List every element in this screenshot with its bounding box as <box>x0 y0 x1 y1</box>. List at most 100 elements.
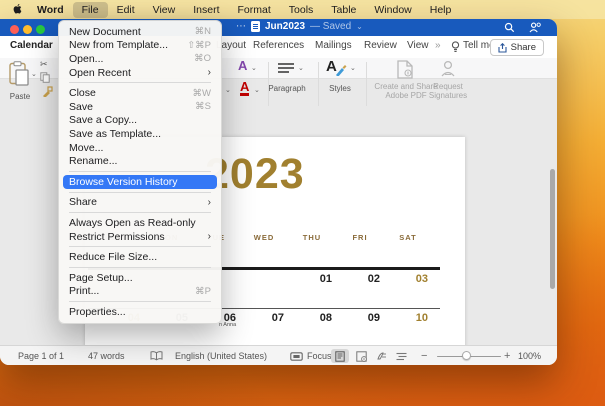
lightbulb-icon <box>451 41 460 53</box>
font-color-chevron-icon[interactable]: ⌄ <box>254 86 260 94</box>
submenu-arrow-icon: › <box>208 67 211 78</box>
menu-item-open[interactable]: Open... ⌘O <box>63 52 217 66</box>
text-effects-chevron-icon[interactable]: ⌄ <box>251 64 257 72</box>
menu-item-move[interactable]: Move... <box>63 141 217 155</box>
font-color-icon[interactable]: A <box>240 80 249 96</box>
paragraph-icon[interactable] <box>277 62 295 76</box>
copy-icon[interactable] <box>40 72 50 83</box>
paste-clipboard-icon[interactable] <box>9 61 30 87</box>
menu-item-reduce-file-size[interactable]: Reduce File Size... <box>63 250 217 264</box>
menu-separator <box>69 301 211 302</box>
vertical-scrollbar[interactable] <box>550 169 555 289</box>
web-layout-view-button[interactable] <box>352 349 370 363</box>
zoom-percentage[interactable]: 100% <box>518 351 541 361</box>
menubar-item-format[interactable]: Format <box>229 2 280 18</box>
menu-item-always-open-read-only[interactable]: Always Open as Read-only <box>63 216 217 230</box>
zoom-window-button[interactable] <box>36 25 45 34</box>
menu-item-properties[interactable]: Properties... <box>63 305 217 319</box>
focus-icon <box>290 352 303 361</box>
menu-item-label: Close <box>69 87 96 99</box>
format-painter-icon[interactable] <box>42 86 53 97</box>
day-header: FRI <box>336 233 384 242</box>
menu-separator <box>69 212 211 213</box>
minimize-window-button[interactable] <box>23 25 32 34</box>
presence-people-icon[interactable] <box>529 22 541 33</box>
menubar-item-help[interactable]: Help <box>421 2 461 18</box>
menu-item-shortcut: ⌘S <box>195 101 211 112</box>
zoom-out-button[interactable]: − <box>421 350 427 362</box>
calendar-event-text: n Anna <box>219 322 236 328</box>
date-cell: 07 <box>240 312 288 324</box>
status-bar: Page 1 of 1 47 words English (United Sta… <box>0 345 557 365</box>
proofing-icon[interactable] <box>150 351 163 361</box>
focus-mode-toggle[interactable]: Focus <box>307 351 332 361</box>
page-count[interactable]: Page 1 of 1 <box>18 351 64 361</box>
menu-item-label: Save <box>69 101 93 113</box>
menu-item-label: Properties... <box>69 306 126 318</box>
menubar-item-table[interactable]: Table <box>322 2 365 18</box>
apple-logo-icon[interactable] <box>13 4 24 16</box>
menubar-item-tools[interactable]: Tools <box>280 2 323 18</box>
cut-icon[interactable]: ✂ <box>40 59 48 70</box>
language-indicator[interactable]: English (United States) <box>175 351 267 361</box>
paste-label: Paste <box>2 92 38 101</box>
paste-dropdown-chevron-icon[interactable]: ⌄ <box>31 70 37 78</box>
tab-view[interactable]: View <box>407 40 429 51</box>
menu-item-shortcut: ⇧⌘P <box>187 40 211 51</box>
menu-item-label: Restrict Permissions <box>69 231 165 243</box>
menu-separator <box>69 171 211 172</box>
text-effects-icon[interactable]: A <box>238 58 247 73</box>
tab-mailings[interactable]: Mailings <box>315 40 352 51</box>
title-chevron-down-icon[interactable]: ⌄ <box>356 22 363 31</box>
menu-item-save[interactable]: Save ⌘S <box>63 100 217 114</box>
menubar-item-view[interactable]: View <box>144 2 185 18</box>
search-icon[interactable] <box>504 22 515 33</box>
highlight-chevron-icon[interactable]: ⌄ <box>225 86 231 94</box>
menu-item-shortcut: ⌘N <box>195 26 211 37</box>
menu-item-save-as-template[interactable]: Save as Template... <box>63 127 217 141</box>
request-signatures-icon[interactable] <box>440 60 456 78</box>
immersive-reader-view-button[interactable] <box>373 349 391 363</box>
close-window-button[interactable] <box>10 25 19 34</box>
tab-review[interactable]: Review <box>364 40 397 51</box>
menu-item-label: New from Template... <box>69 39 168 51</box>
menubar-item-edit[interactable]: Edit <box>108 2 144 18</box>
file-menu: New Document ⌘N New from Template... ⇧⌘P… <box>58 20 222 324</box>
menu-item-print[interactable]: Print... ⌘P <box>63 285 217 299</box>
menu-item-close[interactable]: Close ⌘W <box>63 86 217 100</box>
print-layout-view-button[interactable] <box>331 349 349 363</box>
menu-item-label: Save as Template... <box>69 128 161 140</box>
menu-item-open-recent[interactable]: Open Recent › <box>63 66 217 80</box>
paragraph-chevron-icon[interactable]: ⌄ <box>298 64 304 72</box>
tab-calendar[interactable]: Calendar <box>10 40 53 51</box>
menubar-item-file[interactable]: File <box>73 2 108 18</box>
menubar-app-name[interactable]: Word <box>28 2 73 18</box>
menu-item-label: Share <box>69 196 97 208</box>
menu-item-share[interactable]: Share › <box>63 196 217 210</box>
date-cell: 09 <box>336 312 384 324</box>
menu-item-save-a-copy[interactable]: Save a Copy... <box>63 114 217 128</box>
zoom-in-button[interactable]: + <box>504 350 510 362</box>
tabs-overflow-icon[interactable]: » <box>435 40 441 51</box>
tab-references[interactable]: References <box>253 40 304 51</box>
document-title-area: ⋯ Jun2023 — Saved ⌄ <box>236 21 363 32</box>
menu-item-restrict-permissions[interactable]: Restrict Permissions › <box>63 230 217 244</box>
menu-item-rename[interactable]: Rename... <box>63 154 217 168</box>
menu-item-label: Open... <box>69 53 103 65</box>
request-signatures-label-line2: Signatures <box>422 91 474 101</box>
menu-item-label: Save a Copy... <box>69 114 137 126</box>
menubar-item-window[interactable]: Window <box>365 2 420 18</box>
menubar-item-insert[interactable]: Insert <box>184 2 228 18</box>
create-share-adobe-pdf-icon[interactable] <box>397 60 414 79</box>
styles-chevron-icon[interactable]: ⌄ <box>350 64 356 72</box>
share-button[interactable]: Share <box>490 39 544 56</box>
menu-item-page-setup[interactable]: Page Setup... <box>63 271 217 285</box>
menu-item-new-document[interactable]: New Document ⌘N <box>63 25 217 39</box>
titlebar-overflow-icon[interactable]: ⋯ <box>236 21 246 32</box>
outline-view-button[interactable] <box>392 349 410 363</box>
menu-item-browse-version-history[interactable]: Browse Version History <box>63 175 217 189</box>
zoom-slider-thumb[interactable] <box>462 351 471 360</box>
word-count[interactable]: 47 words <box>88 351 125 361</box>
menu-item-new-from-template[interactable]: New from Template... ⇧⌘P <box>63 39 217 53</box>
menu-separator <box>69 192 211 193</box>
